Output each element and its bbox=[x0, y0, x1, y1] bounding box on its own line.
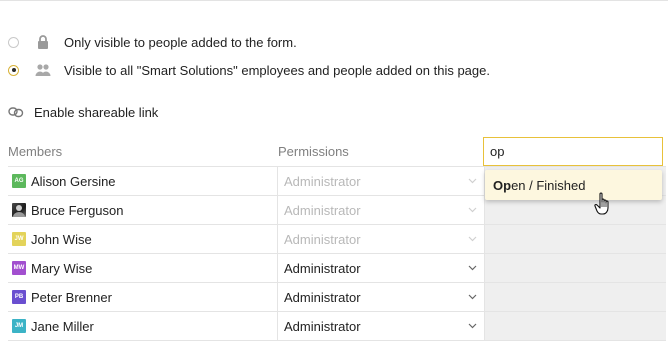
member-name: Alison Gersine bbox=[31, 173, 116, 189]
permission-select[interactable]: Administrator bbox=[277, 283, 485, 311]
table-row: PB Peter Brenner Administrator bbox=[8, 282, 666, 311]
permission-select: Administrator bbox=[277, 225, 485, 253]
suggestion-item[interactable]: Open / Finished bbox=[493, 178, 586, 193]
users-icon bbox=[35, 62, 51, 78]
member-cell: MW Mary Wise bbox=[8, 254, 278, 282]
members-header: Members bbox=[8, 144, 63, 159]
permission-select[interactable]: Administrator bbox=[277, 254, 485, 282]
role-cell bbox=[485, 312, 666, 340]
permission-select: Administrator bbox=[277, 196, 485, 224]
avatar: JW bbox=[12, 232, 26, 246]
member-cell: PB Peter Brenner bbox=[8, 283, 278, 311]
avatar: JM bbox=[12, 319, 26, 333]
member-name: Mary Wise bbox=[31, 260, 93, 276]
role-cell bbox=[485, 254, 666, 282]
role-search-value: op bbox=[490, 144, 505, 159]
permission-value: Administrator bbox=[284, 289, 361, 305]
radio-private[interactable] bbox=[8, 36, 19, 48]
autocomplete-dropdown: Open / Finished bbox=[485, 170, 662, 200]
permission-value: Administrator bbox=[284, 202, 361, 218]
table-row: JW John Wise Administrator bbox=[8, 224, 666, 253]
chevron-down-icon bbox=[467, 176, 477, 186]
top-divider bbox=[0, 0, 668, 1]
member-name: Peter Brenner bbox=[31, 289, 112, 305]
visibility-option-private-label: Only visible to people added to the form… bbox=[64, 34, 297, 50]
chevron-down-icon[interactable] bbox=[467, 321, 477, 331]
shareable-link-label: Enable shareable link bbox=[34, 104, 159, 120]
permission-value: Administrator bbox=[284, 260, 361, 276]
lock-icon bbox=[35, 34, 51, 50]
avatar: AG bbox=[12, 174, 26, 188]
member-name: John Wise bbox=[31, 231, 92, 247]
visibility-option-all[interactable]: Visible to all "Smart Solutions" employe… bbox=[8, 60, 490, 80]
chevron-down-icon bbox=[467, 234, 477, 244]
role-cell bbox=[485, 225, 666, 253]
chevron-down-icon[interactable] bbox=[467, 292, 477, 302]
chevron-down-icon[interactable] bbox=[467, 263, 477, 273]
member-name: Jane Miller bbox=[31, 318, 94, 334]
table-row: JM Jane Miller Administrator bbox=[8, 311, 666, 341]
permissions-header: Permissions bbox=[278, 144, 349, 159]
permission-value: Administrator bbox=[284, 318, 361, 334]
link-icon bbox=[8, 104, 24, 120]
permission-value: Administrator bbox=[284, 173, 361, 189]
visibility-option-all-label: Visible to all "Smart Solutions" employe… bbox=[64, 62, 490, 78]
permission-select[interactable]: Administrator bbox=[277, 312, 485, 340]
suggestion-match: Op bbox=[493, 177, 512, 193]
avatar: MW bbox=[12, 261, 26, 275]
suggestion-rest: en / Finished bbox=[511, 177, 586, 193]
permission-select: Administrator bbox=[277, 167, 485, 195]
hand-cursor-icon bbox=[594, 192, 609, 215]
member-cell: Bruce Ferguson bbox=[8, 196, 278, 224]
visibility-option-private[interactable]: Only visible to people added to the form… bbox=[8, 32, 297, 52]
role-cell bbox=[485, 196, 666, 224]
shareable-link-toggle[interactable]: Enable shareable link bbox=[8, 102, 158, 122]
member-cell: AG Alison Gersine bbox=[8, 167, 278, 195]
avatar: PB bbox=[12, 290, 26, 304]
role-cell bbox=[485, 283, 666, 311]
member-name: Bruce Ferguson bbox=[31, 202, 124, 218]
member-cell: JW John Wise bbox=[8, 225, 278, 253]
radio-all[interactable] bbox=[8, 64, 19, 76]
table-row: MW Mary Wise Administrator bbox=[8, 253, 666, 282]
avatar bbox=[12, 203, 26, 217]
member-cell: JM Jane Miller bbox=[8, 312, 278, 340]
permission-value: Administrator bbox=[284, 231, 361, 247]
role-search-input[interactable]: op bbox=[483, 137, 663, 166]
chevron-down-icon bbox=[467, 205, 477, 215]
